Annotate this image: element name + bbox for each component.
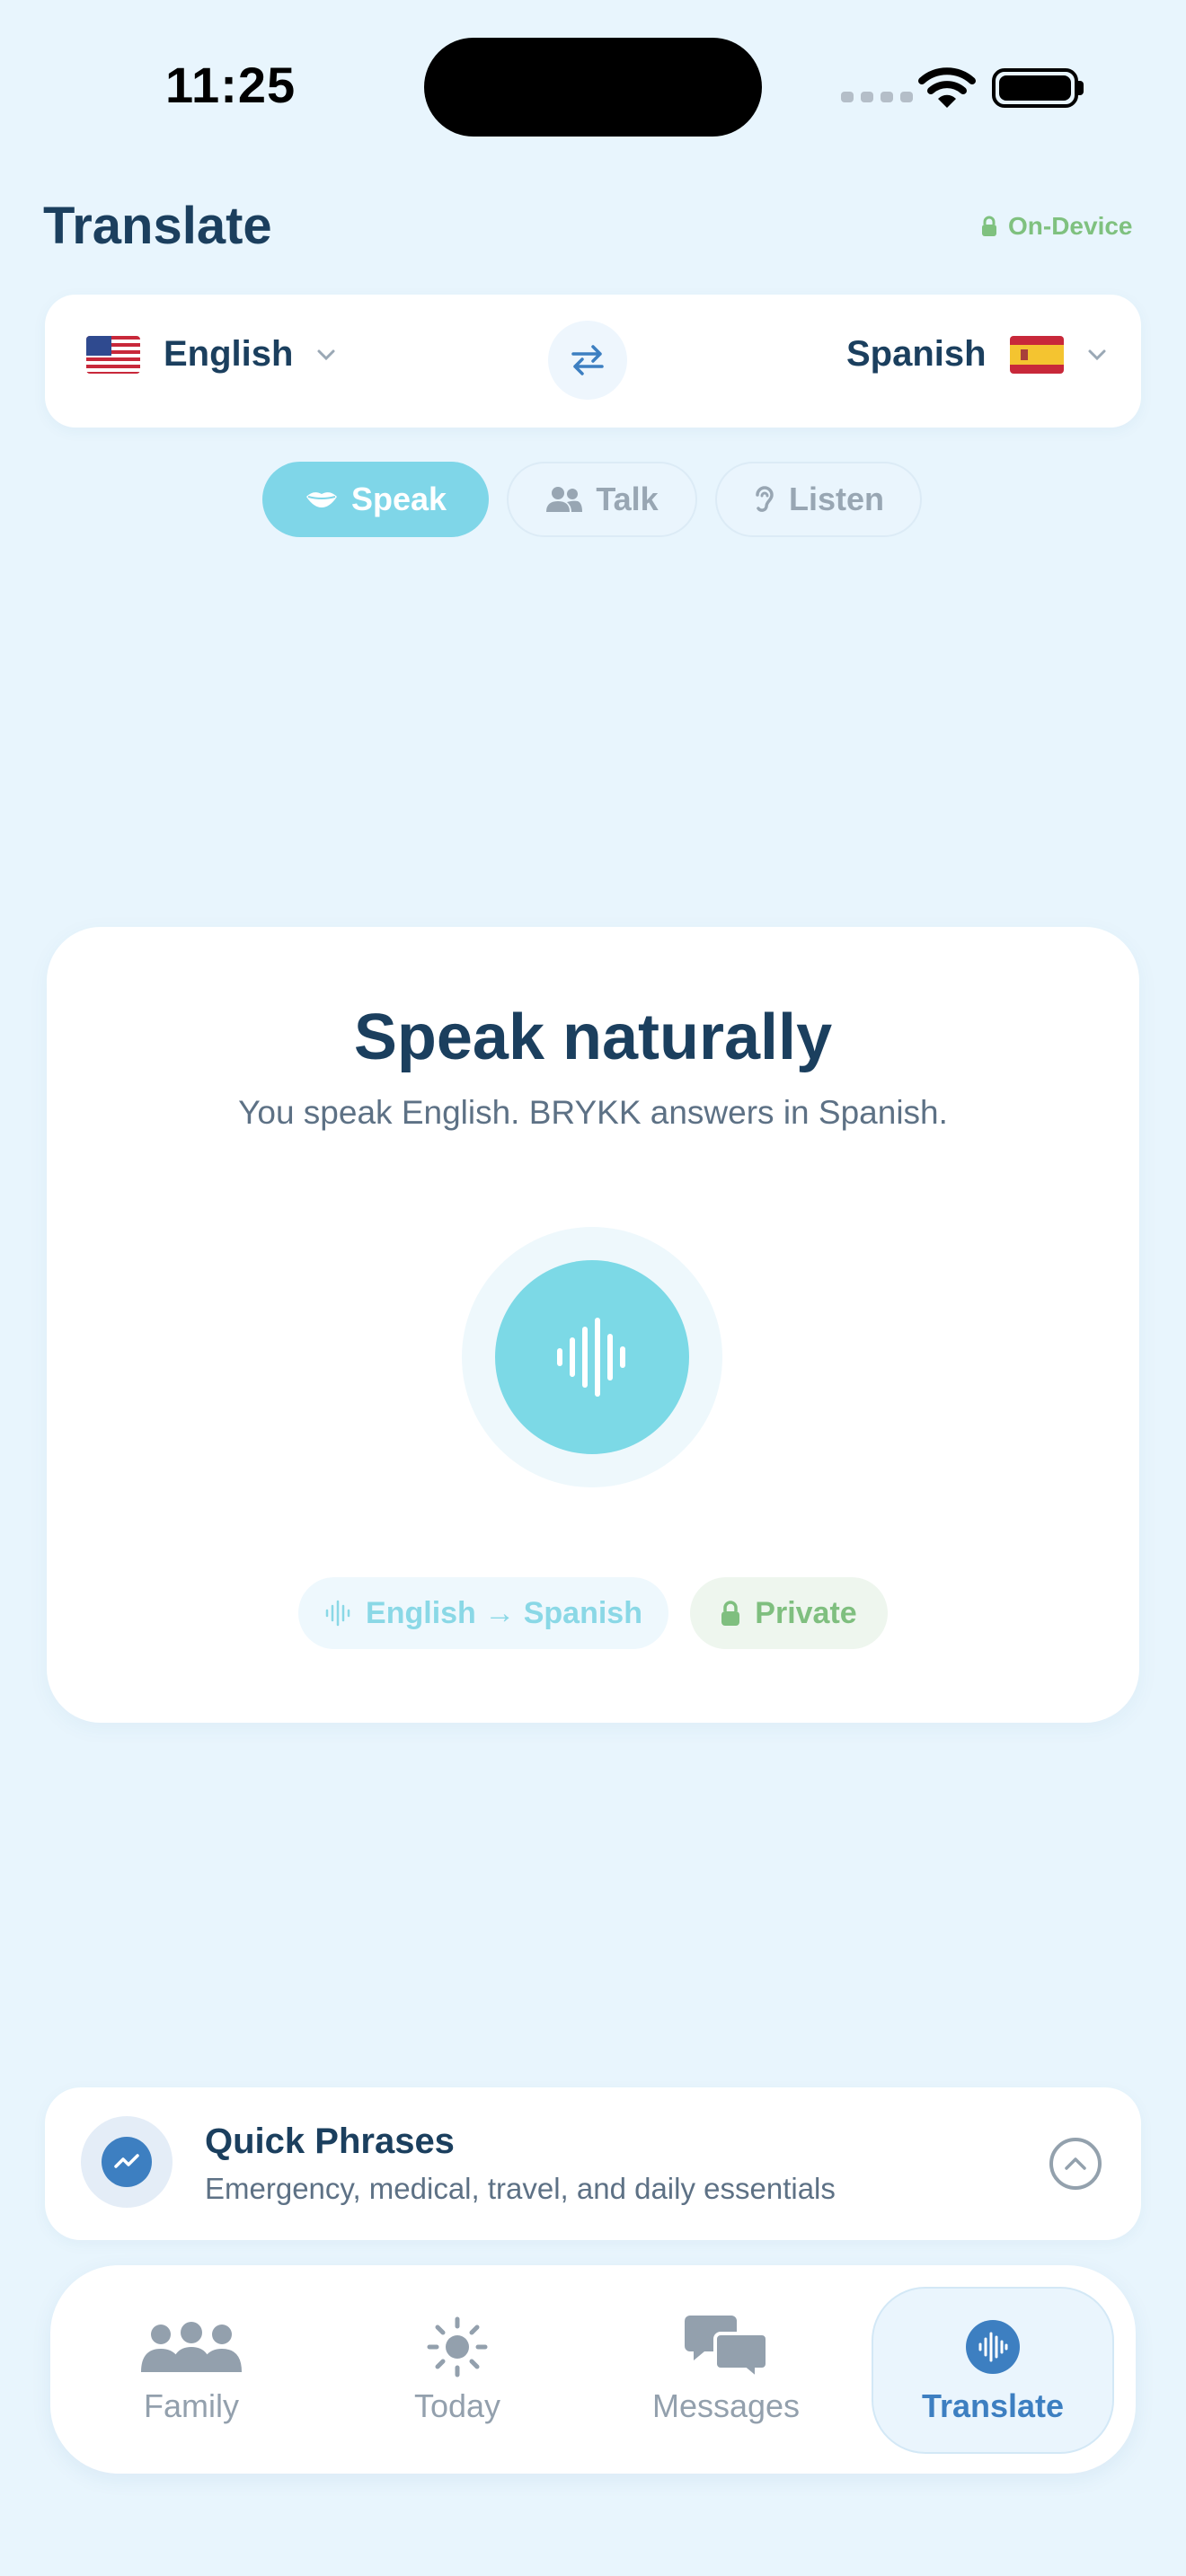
quick-phrases-icon-wrap: [81, 2116, 173, 2208]
mode-tab-label: Listen: [788, 481, 884, 517]
tab-label: Family: [144, 2387, 239, 2424]
quick-phrases-title: Quick Phrases: [205, 2122, 455, 2161]
target-language-picker[interactable]: Spanish: [846, 334, 1107, 375]
target-language-label: Spanish: [846, 334, 987, 374]
direction-label: English → Spanish: [366, 1595, 642, 1630]
dynamic-island: [424, 38, 762, 137]
sun-icon: [427, 2316, 488, 2378]
people-icon: [141, 2322, 242, 2372]
mode-tab-label: Talk: [596, 481, 659, 517]
tab-messages[interactable]: Messages: [636, 2287, 816, 2454]
waveform-icon: [966, 2320, 1020, 2374]
direction-chip: English → Spanish: [298, 1577, 668, 1649]
battery-icon: [992, 68, 1078, 108]
waveform-icon: [325, 1600, 350, 1627]
chevron-up-icon: [1065, 2157, 1086, 2170]
lock-icon: [982, 216, 996, 236]
tab-label: Today: [413, 2387, 501, 2424]
wifi-icon: [918, 67, 976, 108]
on-device-label: On-Device: [1008, 212, 1133, 240]
source-language-label: English: [164, 334, 294, 374]
quick-phrases-subtitle: Emergency, medical, travel, and daily es…: [205, 2172, 836, 2205]
cellular-signal-icon: [841, 92, 913, 102]
chat-bubbles-icon: [685, 2316, 767, 2380]
tab-label: Messages: [651, 2387, 801, 2424]
waveform-icon: [557, 1318, 625, 1397]
mode-tab-speak[interactable]: Speak: [262, 462, 489, 537]
tab-family[interactable]: Family: [108, 2287, 275, 2454]
lips-icon: [305, 492, 337, 507]
lock-icon: [721, 1601, 740, 1626]
tab-today[interactable]: Today: [374, 2287, 541, 2454]
speak-title: Speak naturally: [353, 1001, 833, 1073]
status-time: 11:25: [165, 57, 296, 113]
mode-tab-talk[interactable]: Talk: [507, 462, 697, 537]
private-label: Private: [755, 1595, 857, 1630]
swap-languages-button[interactable]: [548, 321, 627, 400]
private-chip: Private: [690, 1577, 888, 1649]
quick-phrases-card[interactable]: [45, 2087, 1141, 2240]
tab-label: Translate: [921, 2387, 1065, 2424]
us-flag-icon: [86, 335, 140, 374]
speak-subtitle: You speak English. BRYKK answers in Span…: [238, 1094, 948, 1131]
page-title: Translate: [43, 197, 272, 255]
mode-tab-label: Speak: [350, 481, 447, 517]
tab-translate[interactable]: Translate: [872, 2287, 1114, 2454]
record-button[interactable]: [495, 1260, 689, 1454]
swap-arrows-icon: [571, 345, 604, 375]
ear-icon: [756, 486, 774, 512]
chevron-down-icon: [317, 349, 335, 360]
mode-tab-listen[interactable]: Listen: [715, 462, 922, 537]
chat-bolt-icon: [102, 2137, 152, 2187]
es-flag-icon: [1009, 335, 1064, 374]
two-people-icon: [546, 487, 583, 512]
battery-tip: [1078, 81, 1084, 95]
source-language-picker[interactable]: English: [86, 334, 336, 375]
expand-quick-phrases-button[interactable]: [1049, 2138, 1102, 2190]
on-device-badge: On-Device: [981, 212, 1133, 241]
chevron-down-icon: [1088, 349, 1106, 360]
